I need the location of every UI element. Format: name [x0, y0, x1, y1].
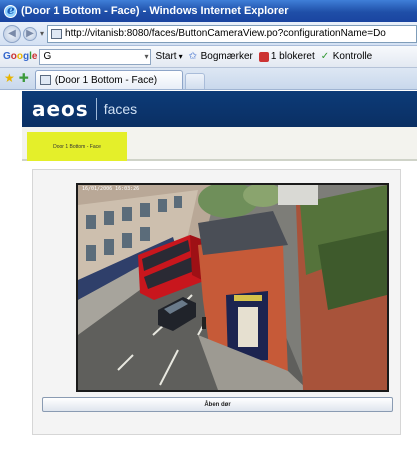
popup-blocked-label: 1 blokeret: [270, 51, 315, 62]
star-icon: ✩: [188, 50, 197, 62]
chevron-down-icon: ▾: [178, 52, 183, 61]
spellcheck-button[interactable]: ✓ Kontrolle: [321, 51, 372, 62]
history-dropdown-icon[interactable]: ▾: [40, 29, 44, 38]
start-button[interactable]: Start ▾: [155, 51, 182, 62]
nav-tab-label: Door 1 Bottom - Face: [53, 143, 101, 150]
camera-timestamp: 16/01/2006 16:03:26: [82, 186, 140, 192]
window-title: (Door 1 Bottom - Face) - Windows Interne…: [21, 5, 289, 17]
sub-navigation: Door 1 Bottom - Face: [22, 127, 417, 161]
page-icon: [51, 28, 63, 39]
spellcheck-label: Kontrolle: [332, 51, 373, 62]
google-logo: Google: [3, 51, 38, 62]
nav-tab-door-1-bottom-face[interactable]: Door 1 Bottom - Face: [27, 132, 127, 161]
google-toolbar: Google G ▾ Start ▾ ✩ Bogmærker 1 blokere…: [0, 46, 417, 68]
bookmarks-button[interactable]: ✩ Bogmærker: [189, 51, 253, 62]
app-header: aeos faces: [22, 91, 417, 127]
camera-image: [78, 185, 387, 390]
google-search-input[interactable]: G ▾: [39, 48, 152, 65]
aeos-logo: aeos: [32, 97, 89, 121]
page-icon: [39, 75, 51, 85]
check-icon: ✓: [320, 50, 330, 62]
url-text: http://vitanisb:8080/faces/ButtonCameraV…: [65, 28, 386, 39]
popup-blocked-icon: [258, 51, 269, 62]
add-favorites-icon[interactable]: ✚: [19, 71, 29, 85]
window-titlebar: (Door 1 Bottom - Face) - Windows Interne…: [0, 0, 417, 22]
google-search-value: G: [43, 51, 52, 62]
camera-view: 16/01/2006 16:03:26: [76, 183, 389, 392]
page-viewport: aeos faces Door 1 Bottom - Face 16/01/20…: [0, 91, 417, 458]
camera-panel: 16/01/2006 16:03:26 Åben dør: [32, 169, 401, 435]
bookmarks-label: Bogmærker: [200, 51, 253, 62]
start-label: Start: [155, 51, 177, 62]
back-button[interactable]: ◀: [3, 24, 21, 43]
open-door-button[interactable]: Åben dør: [42, 397, 393, 412]
product-name: faces: [103, 101, 138, 117]
open-door-label: Åben dør: [204, 401, 231, 408]
url-input[interactable]: http://vitanisb:8080/faces/ButtonCameraV…: [47, 24, 417, 43]
tab-bar: ★ ✚ (Door 1 Bottom - Face): [0, 68, 417, 90]
address-bar: ◀ ▶ ▾ http://vitanisb:8080/faces/ButtonC…: [0, 22, 417, 46]
new-tab-button[interactable]: [184, 73, 205, 89]
internet-explorer-icon: [4, 3, 17, 18]
logo-divider: [95, 98, 97, 120]
favorites-star-icon[interactable]: ★: [4, 71, 15, 85]
popup-blocker-button[interactable]: 1 blokeret: [258, 51, 315, 62]
tab-door-1-bottom-face[interactable]: (Door 1 Bottom - Face): [34, 70, 183, 89]
forward-button[interactable]: ▶: [23, 26, 37, 41]
chevron-down-icon[interactable]: ▾: [144, 52, 148, 61]
tab-label: (Door 1 Bottom - Face): [54, 74, 158, 86]
